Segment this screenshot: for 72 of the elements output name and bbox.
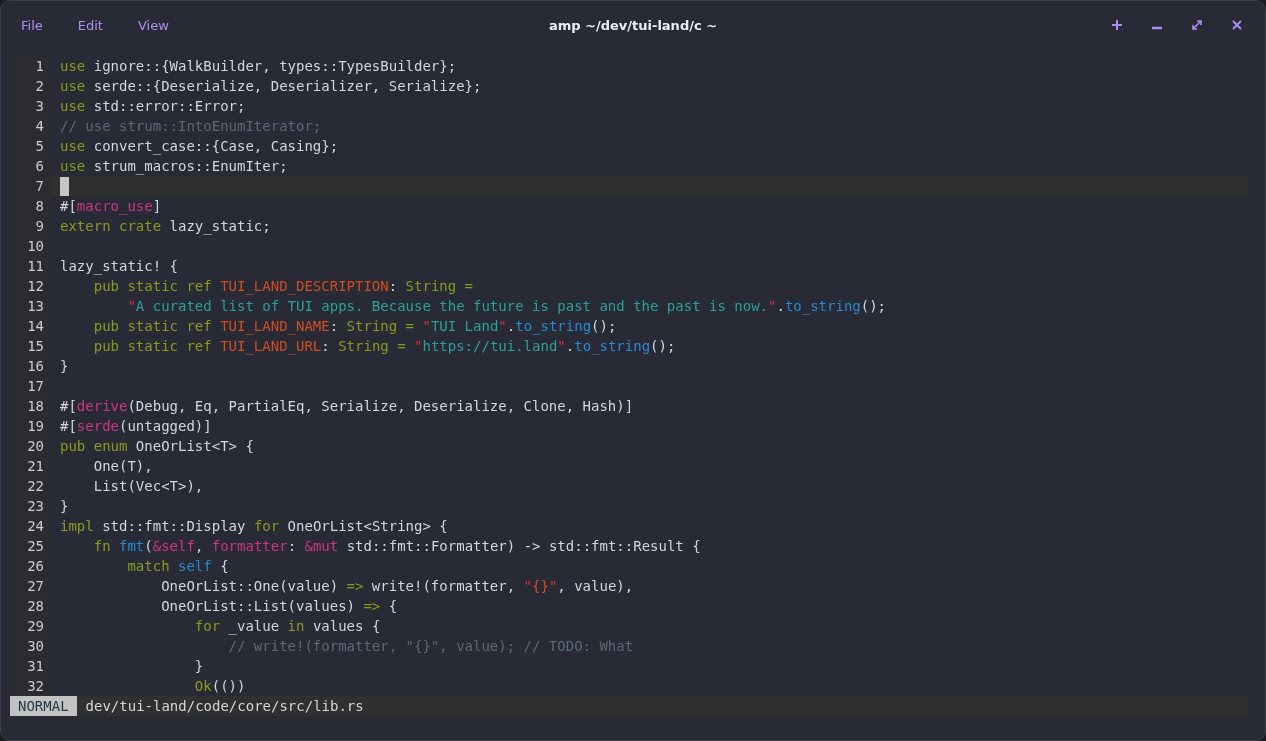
code-line: #[macro_use] bbox=[59, 197, 162, 216]
code-line: extern crate lazy_static; bbox=[59, 217, 271, 236]
line-number: 13 bbox=[10, 296, 52, 316]
line-number: 25 bbox=[10, 536, 52, 556]
code-line: } bbox=[59, 497, 69, 516]
line-number: 1 bbox=[10, 56, 52, 76]
code-line: "A curated list of TUI apps. Because the future is past and the past is now.".to_string(); bbox=[126, 297, 887, 316]
code-line: #[serde(untagged)] bbox=[59, 417, 212, 436]
line-number: 15 bbox=[10, 336, 52, 356]
code-line: for _value in values { bbox=[193, 617, 381, 636]
code-line: // use strum::IntoEnumIterator; bbox=[59, 117, 322, 136]
code-line: Ok(()) bbox=[193, 677, 246, 696]
line-number: 18 bbox=[10, 396, 52, 416]
code-line: pub static ref TUI_LAND_DESCRIPTION: String = bbox=[92, 277, 474, 296]
code-line: fn fmt(&self, formatter: &mut std::fmt::Formatter) -> std::fmt::Result { bbox=[92, 537, 701, 556]
line-number: 5 bbox=[10, 136, 52, 156]
menu-item[interactable]: View bbox=[127, 13, 179, 37]
line-number: 2 bbox=[10, 76, 52, 96]
line-number: 12 bbox=[10, 276, 52, 296]
code-line: lazy_static! { bbox=[59, 257, 178, 276]
code-line: use strum_macros::EnumIter; bbox=[59, 157, 288, 176]
line-number: 24 bbox=[10, 516, 52, 536]
line-number: 22 bbox=[10, 476, 52, 496]
line-number: 8 bbox=[10, 196, 52, 216]
code-line: use std::error::Error; bbox=[59, 97, 246, 116]
code-line: } bbox=[193, 657, 204, 676]
file-path: dev/tui-land/code/core/src/lib.rs bbox=[84, 698, 364, 714]
line-number: 23 bbox=[10, 496, 52, 516]
line-number: 16 bbox=[10, 356, 52, 376]
code-line: // write!(formatter, "{}", value); // TODO: What bbox=[227, 637, 634, 656]
plus-icon bbox=[1111, 19, 1123, 31]
line-number: 27 bbox=[10, 576, 52, 596]
code-line: OneOrList::List(values) => { bbox=[160, 597, 398, 616]
code-line: impl std::fmt::Display for OneOrList<String> { bbox=[59, 517, 448, 536]
line-number: 3 bbox=[10, 96, 52, 116]
menu-item[interactable]: File bbox=[11, 13, 53, 37]
line-number: 29 bbox=[10, 616, 52, 636]
line-number: 9 bbox=[10, 216, 52, 236]
line-number: 28 bbox=[10, 596, 52, 616]
code-line: } bbox=[59, 357, 69, 376]
line-number: 17 bbox=[10, 376, 52, 396]
line-number: 20 bbox=[10, 436, 52, 456]
code-line: #[derive(Debug, Eq, PartialEq, Serialize, Deserialize, Clone, Hash)] bbox=[59, 397, 634, 416]
line-number: 6 bbox=[10, 156, 52, 176]
minimize-icon bbox=[1152, 26, 1162, 30]
code-line: One(T), bbox=[92, 457, 153, 476]
window-title: amp ~/dev/tui-land/c ~ bbox=[548, 17, 718, 33]
code-line: match self { bbox=[126, 557, 229, 576]
code-line: pub static ref TUI_LAND_NAME: String = "TUI Land".to_string(); bbox=[92, 317, 617, 336]
code-line: use ignore::{WalkBuilder, types::TypesBuilder}; bbox=[59, 57, 457, 76]
text-cursor bbox=[60, 176, 69, 196]
line-number: 26 bbox=[10, 556, 52, 576]
code-line: use convert_case::{Case, Casing}; bbox=[59, 137, 339, 156]
code-line: use serde::{Deserialize, Deserializer, Serialize}; bbox=[59, 77, 482, 96]
close-icon bbox=[1232, 20, 1242, 30]
maximize-icon bbox=[1192, 20, 1202, 30]
line-number: 10 bbox=[10, 236, 52, 256]
code-line: pub static ref TUI_LAND_URL: String = "https://tui.land".to_string(); bbox=[92, 337, 676, 356]
mode-indicator: NORMAL bbox=[10, 696, 77, 716]
line-number: 21 bbox=[10, 456, 52, 476]
line-number: 19 bbox=[10, 416, 52, 436]
line-number: 14 bbox=[10, 316, 52, 336]
line-number: 31 bbox=[10, 656, 52, 676]
line-number: 30 bbox=[10, 636, 52, 656]
line-number: 11 bbox=[10, 256, 52, 276]
line-number: 32 bbox=[10, 676, 52, 696]
line-number: 4 bbox=[10, 116, 52, 136]
menu-item[interactable]: Edit bbox=[67, 13, 113, 37]
code-line: List(Vec<T>), bbox=[92, 477, 204, 496]
code-line: OneOrList::One(value) => write!(formatter, "{}", value), bbox=[160, 577, 634, 596]
line-number: 7 bbox=[10, 176, 52, 196]
code-line: pub enum OneOrList<T> { bbox=[59, 437, 254, 456]
